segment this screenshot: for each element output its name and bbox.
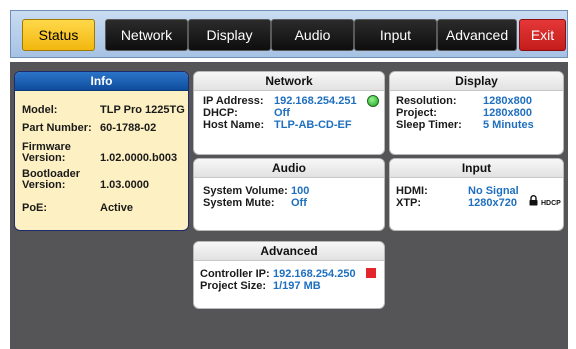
host-name-label: Host Name:: [203, 119, 265, 131]
ip-address-label: IP Address:: [203, 95, 264, 107]
lock-icon: [529, 195, 538, 206]
dhcp-value: Off: [274, 107, 290, 119]
status-panel: Info Model: TLP Pro 1225TG Part Number: …: [10, 62, 568, 349]
input-title: Input: [390, 159, 563, 178]
model-label: Model:: [22, 104, 58, 116]
system-volume-label: System Volume:: [203, 185, 288, 197]
controller-ip-label: Controller IP:: [200, 268, 270, 280]
bootloader-version-value: 1.03.0000: [100, 179, 149, 191]
tab-bar: Status Network Display Audio Input Advan…: [10, 10, 568, 58]
system-mute-value: Off: [291, 197, 307, 209]
network-title: Network: [194, 72, 384, 91]
firmware-version-label: Version:: [22, 152, 66, 164]
resolution-value: 1280x800: [483, 95, 532, 107]
part-number-label: Part Number:: [22, 122, 92, 134]
xtp-label: XTP:: [396, 197, 422, 209]
project-size-value: 1/197 MB: [273, 280, 321, 292]
audio-card: Audio System Volume: 100 System Mute: Of…: [193, 158, 385, 231]
tab-input[interactable]: Input: [354, 19, 437, 51]
poe-value: Active: [100, 202, 134, 214]
tab-advanced[interactable]: Advanced: [437, 19, 517, 51]
display-card: Display Resolution: 1280x800 Project: 12…: [389, 71, 564, 155]
system-mute-label: System Mute:: [203, 197, 275, 209]
network-status-icon: [367, 95, 379, 107]
project-value: 1280x800: [483, 107, 532, 119]
tab-audio[interactable]: Audio: [271, 19, 354, 51]
controller-status-icon: [366, 268, 376, 278]
hdmi-label: HDMI:: [396, 185, 428, 197]
audio-title: Audio: [194, 159, 384, 178]
advanced-card: Advanced Controller IP: 192.168.254.250 …: [193, 241, 385, 309]
ip-address-value: 192.168.254.251: [274, 95, 357, 107]
tab-display[interactable]: Display: [188, 19, 271, 51]
xtp-value: 1280x720: [468, 197, 517, 209]
system-volume-value: 100: [291, 185, 310, 197]
hdcp-label: HDCP: [541, 200, 561, 207]
hdmi-value: No Signal: [468, 185, 519, 197]
advanced-title: Advanced: [194, 242, 384, 261]
resolution-label: Resolution:: [396, 95, 457, 107]
dhcp-label: DHCP:: [203, 107, 238, 119]
info-title: Info: [15, 72, 188, 91]
firmware-version-value: 1.02.0000.b003: [100, 152, 178, 164]
info-card: Info Model: TLP Pro 1225TG Part Number: …: [14, 71, 189, 231]
poe-label: PoE:: [22, 202, 48, 214]
exit-button[interactable]: Exit: [519, 19, 566, 51]
tab-network[interactable]: Network: [105, 19, 188, 51]
host-name-value: TLP-AB-CD-EF: [274, 119, 352, 131]
project-size-label: Project Size:: [200, 280, 267, 292]
tab-status[interactable]: Status: [22, 19, 95, 51]
sleep-timer-value: 5 Minutes: [483, 119, 534, 131]
model-value: TLP Pro 1225TG: [100, 104, 185, 116]
project-label: Project:: [396, 107, 437, 119]
part-number-value: 60-1788-02: [100, 122, 157, 134]
input-card: Input HDMI: No Signal XTP: 1280x720 HDCP: [389, 158, 564, 231]
bootloader-version-label: Version:: [22, 179, 66, 191]
network-card: Network IP Address: 192.168.254.251 DHCP…: [193, 71, 385, 155]
controller-ip-value: 192.168.254.250: [273, 268, 356, 280]
sleep-timer-label: Sleep Timer:: [396, 119, 462, 131]
display-title: Display: [390, 72, 563, 91]
